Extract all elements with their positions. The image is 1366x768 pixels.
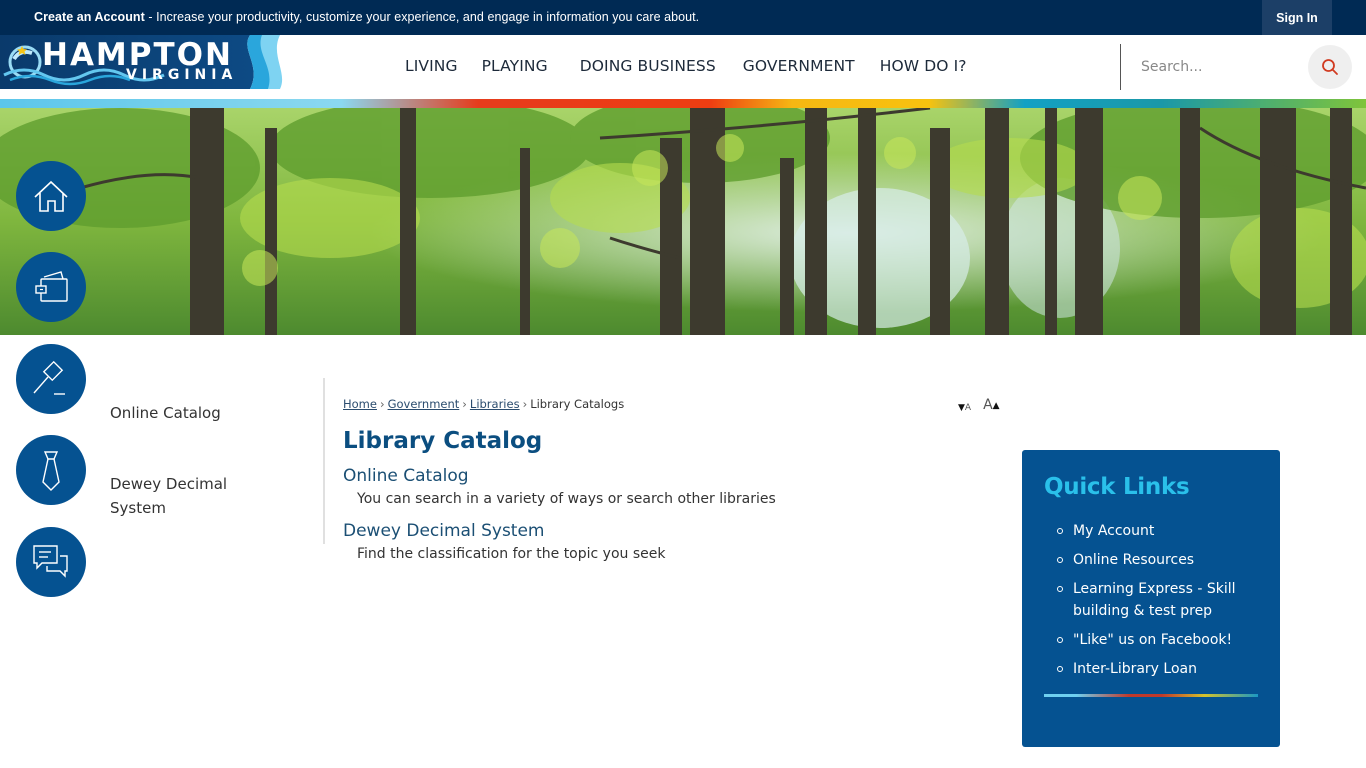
breadcrumb-separator: › — [522, 397, 528, 411]
home-icon — [34, 180, 68, 212]
decorative-color-bar — [0, 99, 1366, 108]
breadcrumb-home[interactable]: Home — [343, 397, 377, 411]
entry-title-online-catalog[interactable]: Online Catalog — [343, 466, 469, 486]
quick-link-inter-library-loan[interactable]: Inter-Library Loan — [1057, 658, 1267, 680]
nav-doing-business[interactable]: DOING BUSINESS — [580, 57, 716, 75]
caret-down-icon: ▼ — [958, 403, 965, 413]
wallet-icon — [35, 271, 68, 302]
decrease-text-label: A — [964, 403, 972, 413]
circle-nav-home[interactable] — [16, 161, 86, 231]
increase-text-button[interactable]: A ▲ — [983, 398, 1000, 413]
breadcrumb-separator: › — [462, 397, 467, 411]
main-navigation: LIVING PLAYING DOING BUSINESS GOVERNMENT… — [393, 57, 979, 75]
quick-link-facebook[interactable]: "Like" us on Facebook! — [1057, 629, 1267, 651]
quick-links-list: My Account Online Resources Learning Exp… — [1057, 520, 1267, 687]
circle-nav-contact[interactable] — [16, 527, 86, 597]
quick-links-panel: Quick Links My Account Online Resources … — [1022, 450, 1280, 747]
hampton-logo[interactable]: HAMPTON VIRGINIA — [0, 35, 285, 89]
top-utility-bar: Create an Account - Increase your produc… — [0, 0, 1366, 35]
breadcrumb-separator: › — [379, 397, 385, 411]
subnav-divider — [323, 378, 325, 544]
logo-subtitle: VIRGINIA — [126, 67, 238, 83]
gavel-icon — [33, 360, 65, 395]
promo-text: - Increase your productivity, customize … — [144, 10, 700, 24]
search-icon — [1322, 59, 1338, 75]
create-account-link[interactable]: Create an Account — [34, 10, 145, 24]
necktie-icon — [42, 451, 60, 491]
subnav-online-catalog[interactable]: Online Catalog — [110, 401, 221, 425]
decrease-text-button[interactable]: ▼ A — [958, 403, 971, 413]
circle-nav-government[interactable] — [16, 344, 86, 414]
quick-link-online-resources[interactable]: Online Resources — [1057, 549, 1267, 571]
search-divider — [1120, 44, 1121, 90]
increase-text-label: A — [983, 397, 993, 413]
text-resize-controls: ▼ A A ▲ — [958, 398, 1000, 414]
site-header: HAMPTON VIRGINIA LIVING PLAYING DOING BU… — [0, 35, 1366, 99]
entry-description: You can search in a variety of ways or s… — [357, 491, 776, 507]
nav-living[interactable]: LIVING — [405, 57, 458, 75]
chat-bubbles-icon — [33, 545, 68, 578]
nav-playing[interactable]: PLAYING — [482, 57, 548, 75]
circle-nav-payments[interactable] — [16, 252, 86, 322]
entry-title-dewey-decimal[interactable]: Dewey Decimal System — [343, 521, 545, 541]
create-account-promo: Create an Account - Increase your produc… — [34, 10, 699, 24]
breadcrumb-libraries[interactable]: Libraries — [470, 397, 520, 411]
subnav-dewey-decimal[interactable]: Dewey Decimal System — [110, 472, 260, 520]
search-button[interactable] — [1308, 45, 1352, 89]
search-input[interactable] — [1130, 51, 1300, 83]
breadcrumb-current: Library Catalogs — [530, 397, 625, 411]
forest-illustration — [0, 108, 1366, 335]
breadcrumb-government[interactable]: Government — [388, 397, 460, 411]
caret-up-icon: ▲ — [992, 401, 1000, 411]
quick-link-learning-express[interactable]: Learning Express - Skill building & test… — [1057, 578, 1267, 622]
nav-how-do-i[interactable]: HOW DO I? — [880, 57, 967, 75]
page-title: Library Catalog — [343, 428, 543, 454]
quick-link-my-account[interactable]: My Account — [1057, 520, 1267, 542]
circle-nav-business[interactable] — [16, 435, 86, 505]
entry-description: Find the classification for the topic yo… — [357, 546, 666, 562]
quick-links-divider — [1044, 694, 1258, 697]
sign-in-button[interactable]: Sign In — [1262, 0, 1332, 35]
forest-banner-image — [0, 108, 1366, 335]
nav-government[interactable]: GOVERNMENT — [743, 57, 855, 75]
breadcrumb: Home › Government › Libraries › Library Catalo… — [343, 397, 624, 411]
quick-links-heading: Quick Links — [1044, 474, 1190, 500]
